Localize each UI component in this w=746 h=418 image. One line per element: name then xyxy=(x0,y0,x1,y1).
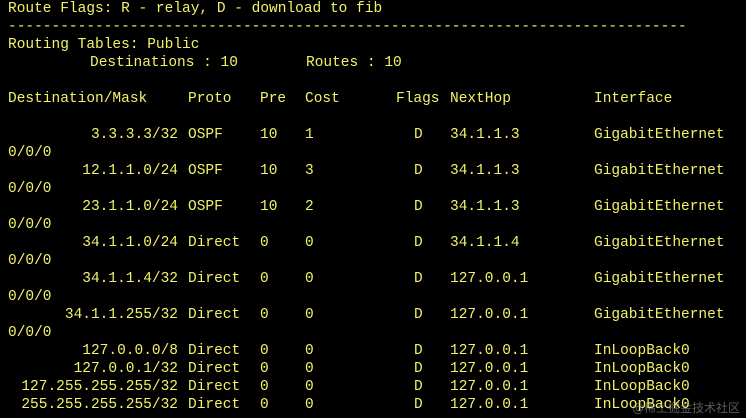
col-destination: Destination/Mask xyxy=(8,91,148,107)
route-cost: 1 xyxy=(305,127,314,143)
route-iface: GigabitEthernet xyxy=(594,271,725,287)
route-nexthop: 127.0.0.1 xyxy=(450,307,529,323)
route-destination: 34.1.1.4/32 xyxy=(82,271,178,287)
route-cost: 0 xyxy=(305,379,314,395)
route-destination: 127.255.255.255/32 xyxy=(21,379,178,395)
route-destination: 3.3.3.3/32 xyxy=(90,127,178,143)
route-pre: 0 xyxy=(260,361,269,377)
route-nexthop: 127.0.0.1 xyxy=(450,379,529,395)
route-pre: 10 xyxy=(260,127,278,143)
route-iface: GigabitEthernet xyxy=(594,235,725,251)
route-destination: 34.1.1.255/32 xyxy=(64,307,178,323)
col-proto: Proto xyxy=(188,91,232,107)
col-flags: Flags xyxy=(396,91,440,107)
route-iface: InLoopBack0 xyxy=(594,361,690,377)
route-iface: GigabitEthernet xyxy=(594,163,725,179)
route-destination: 127.0.0.0/8 xyxy=(82,343,178,359)
route-nexthop: 34.1.1.4 xyxy=(450,235,520,251)
route-proto: Direct xyxy=(188,307,241,323)
route-nexthop: 34.1.1.3 xyxy=(450,163,520,179)
watermark: @稀土掘金技术社区 xyxy=(631,401,740,415)
route-nexthop: 127.0.0.1 xyxy=(450,397,529,413)
route-pre: 10 xyxy=(260,163,278,179)
route-flags: D xyxy=(414,127,423,143)
route-flags: D xyxy=(414,343,423,359)
route-cost: 0 xyxy=(305,397,314,413)
route-iface: GigabitEthernet xyxy=(594,199,725,215)
route-cost: 0 xyxy=(305,361,314,377)
route-interface-continuation: 0/0/0 xyxy=(8,253,52,269)
route-iface: GigabitEthernet xyxy=(594,127,725,143)
route-proto: OSPF xyxy=(188,199,223,215)
route-nexthop: 127.0.0.1 xyxy=(450,361,529,377)
route-iface: GigabitEthernet xyxy=(594,307,725,323)
route-flags-line: Route Flags: R - relay, D - download to … xyxy=(8,1,383,17)
route-proto: Direct xyxy=(188,397,241,413)
separator-line: ----------------------------------------… xyxy=(8,19,687,35)
route-destination: 34.1.1.0/24 xyxy=(82,235,178,251)
route-iface: InLoopBack0 xyxy=(594,343,690,359)
route-pre: 10 xyxy=(260,199,278,215)
route-cost: 0 xyxy=(305,271,314,287)
routes-count: Routes : 10 xyxy=(306,55,402,71)
route-destination: 255.255.255.255/32 xyxy=(21,397,178,413)
route-proto: Direct xyxy=(188,379,241,395)
route-flags: D xyxy=(414,199,423,215)
table-header: Destination/Mask Proto Pre Cost Flags Ne… xyxy=(8,90,672,108)
route-pre: 0 xyxy=(260,379,269,395)
routing-tables-title: Routing Tables: Public xyxy=(8,37,200,53)
summary-line: Destinations : 10 Routes : 10 xyxy=(8,54,402,72)
route-destination: 23.1.1.0/24 xyxy=(82,199,178,215)
route-pre: 0 xyxy=(260,397,269,413)
route-flags: D xyxy=(414,397,423,413)
route-nexthop: 34.1.1.3 xyxy=(450,199,520,215)
route-interface-continuation: 0/0/0 xyxy=(8,289,52,305)
route-nexthop: 34.1.1.3 xyxy=(450,127,520,143)
route-nexthop: 127.0.0.1 xyxy=(450,271,529,287)
col-cost: Cost xyxy=(305,91,340,107)
route-nexthop: 127.0.0.1 xyxy=(450,343,529,359)
route-cost: 3 xyxy=(305,163,314,179)
route-pre: 0 xyxy=(260,235,269,251)
route-cost: 0 xyxy=(305,235,314,251)
destinations-count: Destinations : 10 xyxy=(90,55,238,71)
col-nexthop: NextHop xyxy=(450,91,511,107)
route-interface-continuation: 0/0/0 xyxy=(8,217,52,233)
route-destination: 127.0.0.1/32 xyxy=(73,361,178,377)
route-destination: 12.1.1.0/24 xyxy=(82,163,178,179)
route-flags: D xyxy=(414,271,423,287)
route-interface-continuation: 0/0/0 xyxy=(8,325,52,341)
route-flags: D xyxy=(414,163,423,179)
route-pre: 0 xyxy=(260,343,269,359)
route-proto: Direct xyxy=(188,235,241,251)
terminal-window: Route Flags: R - relay, D - download to … xyxy=(0,0,746,418)
route-interface-continuation: 0/0/0 xyxy=(8,181,52,197)
route-proto: OSPF xyxy=(188,163,223,179)
col-interface: Interface xyxy=(594,91,673,107)
route-cost: 2 xyxy=(305,199,314,215)
route-flags: D xyxy=(414,379,423,395)
route-proto: Direct xyxy=(188,361,241,377)
route-interface-continuation: 0/0/0 xyxy=(8,145,52,161)
route-flags: D xyxy=(414,361,423,377)
route-iface: InLoopBack0 xyxy=(594,379,690,395)
route-proto: Direct xyxy=(188,343,241,359)
route-pre: 0 xyxy=(260,271,269,287)
route-pre: 0 xyxy=(260,307,269,323)
col-pre: Pre xyxy=(260,91,287,107)
route-flags: D xyxy=(414,307,423,323)
route-proto: OSPF xyxy=(188,127,223,143)
route-cost: 0 xyxy=(305,343,314,359)
route-flags: D xyxy=(414,235,423,251)
route-cost: 0 xyxy=(305,307,314,323)
route-proto: Direct xyxy=(188,271,241,287)
